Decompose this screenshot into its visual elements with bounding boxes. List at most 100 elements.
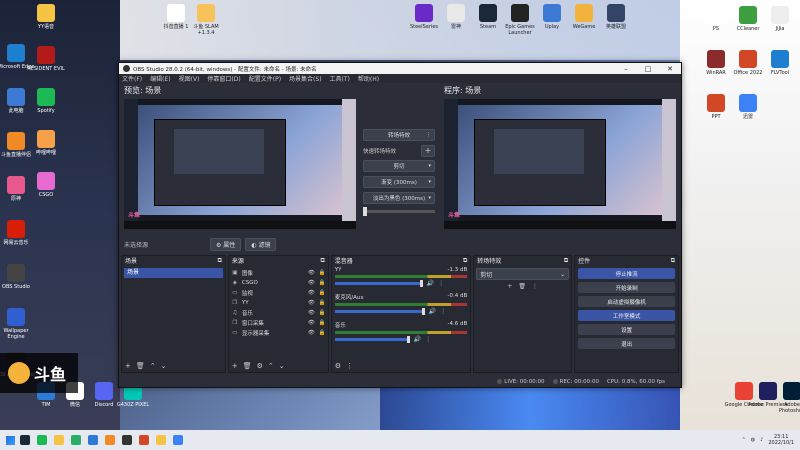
- desktop-icon[interactable]: Wallpaper Engine: [0, 308, 36, 340]
- quick-fade-black-button[interactable]: 淡出为黑色 (300ms) ▾: [363, 192, 435, 204]
- more-icon[interactable]: ⋮: [532, 283, 538, 290]
- filters-button[interactable]: ◐ 滤镜: [245, 237, 277, 251]
- dock-float-icon[interactable]: ⧉: [320, 257, 324, 265]
- dock-float-icon[interactable]: ⧉: [671, 257, 675, 265]
- lock-icon[interactable]: 🔒: [319, 280, 326, 286]
- volume-slider[interactable]: [334, 336, 410, 343]
- eye-icon[interactable]: 👁: [308, 270, 315, 276]
- volume-slider-handle[interactable]: [419, 280, 423, 287]
- speaker-icon[interactable]: 🔊: [427, 280, 434, 287]
- desktop-icon[interactable]: OBS Studio: [0, 264, 36, 290]
- douyu-taskbar-icon[interactable]: [105, 435, 115, 445]
- gear-icon[interactable]: ⚙: [257, 362, 263, 370]
- move-down-icon[interactable]: ⌄: [279, 362, 285, 370]
- desktop-icon[interactable]: 迅雷: [728, 94, 768, 120]
- scene-item[interactable]: 场景: [124, 268, 223, 278]
- source-item[interactable]: ▭ 显示器采集 👁 🔒: [231, 328, 326, 338]
- menu-item[interactable]: 配置文件(P): [249, 74, 281, 83]
- lock-icon[interactable]: 🔒: [319, 270, 326, 276]
- add-icon[interactable]: +: [125, 362, 131, 370]
- source-item[interactable]: ♫ 音乐 👁 🔒: [231, 308, 326, 318]
- menu-item[interactable]: 视图(V): [179, 74, 200, 83]
- volume-icon[interactable]: ♪: [760, 437, 763, 443]
- quick-fade-button[interactable]: 渐变 (300ms) ▾: [363, 176, 435, 188]
- source-item[interactable]: ▭ 监视 👁 🔒: [231, 288, 326, 298]
- desktop-icon[interactable]: 英雄联盟: [596, 4, 636, 30]
- menu-item[interactable]: 帮助(H): [358, 74, 379, 83]
- dock-float-icon[interactable]: ⧉: [463, 257, 467, 265]
- clock[interactable]: 23:11 2022/10/1: [768, 434, 794, 446]
- speaker-icon[interactable]: 🔊: [429, 308, 436, 315]
- wechat-taskbar-icon[interactable]: [71, 435, 81, 445]
- volume-slider-handle[interactable]: [406, 336, 410, 343]
- more-icon[interactable]: ⋮: [426, 132, 431, 138]
- eye-icon[interactable]: 👁: [308, 320, 315, 326]
- menu-item[interactable]: 停靠窗口(D): [207, 74, 240, 83]
- lock-icon[interactable]: 🔒: [319, 290, 326, 296]
- desktop-icon[interactable]: Adobe Photoshop: [772, 382, 800, 414]
- source-item[interactable]: ◈ CSGO 👁 🔒: [231, 278, 326, 288]
- lock-icon[interactable]: 🔒: [319, 330, 326, 336]
- menu-item[interactable]: 工具(T): [330, 74, 350, 83]
- move-down-icon[interactable]: ⌄: [161, 362, 167, 370]
- preview-canvas[interactable]: 斗鱼: [124, 99, 356, 229]
- move-up-icon[interactable]: ⌃: [150, 362, 156, 370]
- add-icon[interactable]: +: [232, 362, 238, 370]
- control-button[interactable]: 退出: [578, 338, 676, 349]
- control-button[interactable]: 工作室模式: [578, 310, 676, 321]
- volume-slider-handle[interactable]: [421, 308, 425, 315]
- quick-cut-button[interactable]: 剪切 ▾: [363, 160, 435, 172]
- menu-item[interactable]: 文件(F): [122, 74, 142, 83]
- eye-icon[interactable]: 👁: [308, 330, 315, 336]
- more-icon[interactable]: ⋮: [425, 336, 431, 343]
- desktop-icon[interactable]: 哔哩哔哩: [26, 130, 66, 156]
- move-up-icon[interactable]: ⌃: [268, 362, 274, 370]
- mixer-settings-icon[interactable]: ⚙: [335, 362, 341, 370]
- chevron-down-icon[interactable]: ▾: [428, 163, 431, 169]
- eye-icon[interactable]: 👁: [308, 290, 315, 296]
- eye-icon[interactable]: 👁: [308, 300, 315, 306]
- obs-taskbar-icon[interactable]: [122, 435, 132, 445]
- source-item[interactable]: ▣ 图像 👁 🔒: [231, 268, 326, 278]
- more-icon[interactable]: ⋮: [346, 362, 353, 370]
- transition-select[interactable]: 剪切 ⌄: [476, 268, 570, 280]
- volume-slider[interactable]: [334, 308, 425, 315]
- desktop-icon[interactable]: 网易云音乐: [0, 220, 36, 246]
- media-taskbar-icon[interactable]: [173, 435, 183, 445]
- desktop-icon[interactable]: FLVTool: [760, 50, 800, 76]
- tim-taskbar-icon[interactable]: [88, 435, 98, 445]
- maximize-icon[interactable]: □: [637, 65, 659, 73]
- menu-item[interactable]: 编辑(E): [150, 74, 170, 83]
- desktop-icon[interactable]: JiJia: [760, 6, 800, 32]
- network-icon[interactable]: ◍: [751, 437, 755, 443]
- eye-icon[interactable]: 👁: [308, 310, 315, 316]
- desktop-icon[interactable]: YY语音: [26, 4, 66, 30]
- source-item[interactable]: ❐ 窗口采集 👁 🔒: [231, 318, 326, 328]
- properties-button[interactable]: ⚙ 属性: [210, 237, 242, 251]
- chevron-up-icon[interactable]: ⌃: [742, 437, 746, 443]
- chevron-down-icon[interactable]: ▾: [428, 179, 431, 185]
- windows-start-icon[interactable]: [6, 435, 15, 445]
- speaker-icon[interactable]: 🔊: [414, 336, 421, 343]
- control-button[interactable]: 开始录制: [578, 282, 676, 293]
- lock-icon[interactable]: 🔒: [319, 300, 326, 306]
- control-button[interactable]: 启动虚拟摄像机: [578, 296, 676, 307]
- more-icon[interactable]: ⋮: [438, 280, 444, 287]
- close-icon[interactable]: ✕: [659, 65, 681, 73]
- lock-icon[interactable]: 🔒: [319, 320, 326, 326]
- dock-float-icon[interactable]: ⧉: [564, 257, 568, 265]
- dock-float-icon[interactable]: ⧉: [218, 257, 222, 265]
- minimize-icon[interactable]: –: [615, 65, 637, 73]
- menu-item[interactable]: 场景集合(S): [289, 74, 322, 83]
- eye-icon[interactable]: 👁: [308, 280, 315, 286]
- tbar-slider[interactable]: [363, 207, 435, 216]
- control-button[interactable]: 停止推流: [578, 268, 676, 279]
- desktop-icon[interactable]: RESIDENT EVIL: [26, 46, 66, 72]
- tbar-handle[interactable]: [363, 207, 367, 216]
- add-icon[interactable]: +: [507, 283, 512, 290]
- notes-taskbar-icon[interactable]: [156, 435, 166, 445]
- desktop-icon[interactable]: 斗鱼 SLAM +1.3.4: [186, 4, 226, 36]
- lock-icon[interactable]: 🔒: [319, 310, 326, 316]
- desktop-icon[interactable]: CSGO: [26, 172, 66, 198]
- more-icon[interactable]: ⋮: [440, 308, 446, 315]
